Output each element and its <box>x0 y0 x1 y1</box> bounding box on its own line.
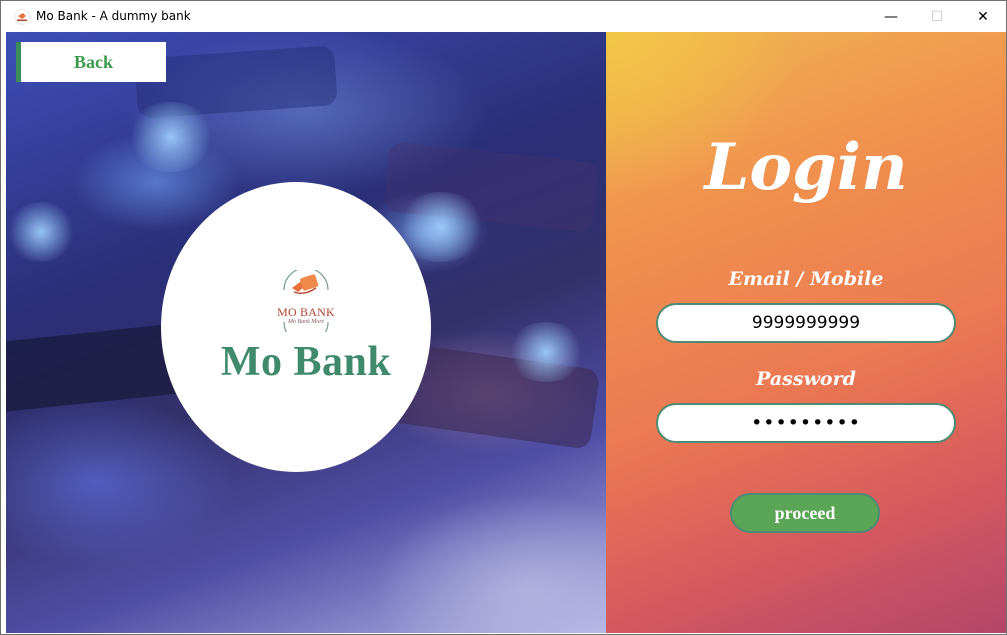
app-logo-icon <box>14 9 30 25</box>
close-icon: ✕ <box>977 8 989 25</box>
maximize-icon: ☐ <box>930 8 944 25</box>
app-window: Mo Bank - A dummy bank — ☐ ✕ MO BANK Mo … <box>0 0 1007 635</box>
password-label: Password <box>756 368 856 390</box>
email-mobile-label: Email / Mobile <box>728 268 884 290</box>
email-mobile-input[interactable] <box>656 303 956 343</box>
password-input[interactable] <box>656 403 956 443</box>
window-title: Mo Bank - A dummy bank <box>36 9 191 23</box>
login-panel: Login Email / Mobile Password proceed <box>606 32 1006 633</box>
back-button[interactable]: Back <box>16 42 166 82</box>
main-content: MO BANK Mo Bank More Mo Bank Back Login … <box>6 32 1006 633</box>
minimize-icon: — <box>884 8 898 25</box>
keyboard-light-glow <box>126 102 216 172</box>
maximize-button[interactable]: ☐ <box>914 1 960 32</box>
minimize-button[interactable]: — <box>868 1 914 32</box>
title-bar: Mo Bank - A dummy bank — ☐ ✕ <box>1 1 1006 32</box>
keyboard-light-glow <box>6 202 76 262</box>
bank-name-heading: Mo Bank <box>220 339 392 385</box>
close-button[interactable]: ✕ <box>960 1 1006 32</box>
proceed-button[interactable]: proceed <box>730 493 880 533</box>
logo-tagline: Mo Bank More <box>287 319 325 325</box>
login-title: Login <box>704 130 908 205</box>
logo-brand-text: MO BANK <box>277 305 335 319</box>
keyboard-light-glow <box>506 322 586 382</box>
keyboard-background-image: MO BANK Mo Bank More Mo Bank Back <box>6 32 606 633</box>
